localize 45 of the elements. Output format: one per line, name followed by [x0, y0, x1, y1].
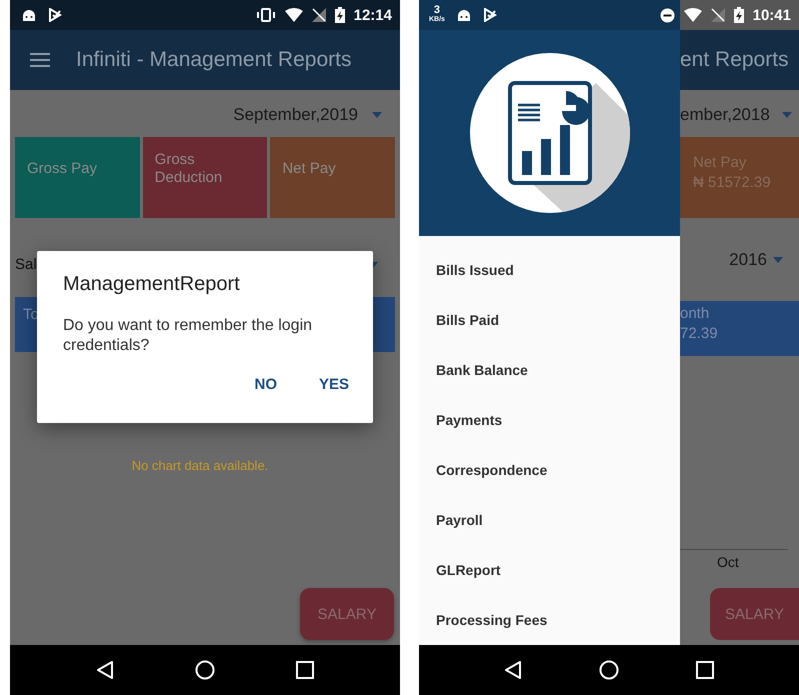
wifi-icon	[684, 8, 702, 22]
clock-time: 10:41	[752, 6, 791, 24]
drawer-item[interactable]: Bills Paid	[419, 295, 680, 345]
no-signal-icon	[312, 8, 326, 22]
drawer-item[interactable]: Payroll	[419, 495, 680, 545]
drawer-item[interactable]: GLReport	[419, 545, 680, 595]
drawer-item[interactable]: Bills Issued	[419, 245, 680, 295]
android-icon	[456, 9, 471, 21]
dialog-title: ManagementReport	[63, 273, 241, 296]
home-icon[interactable]	[598, 660, 619, 680]
axis-label: Oct	[680, 549, 788, 570]
home-icon[interactable]	[194, 660, 215, 680]
menu-icon[interactable]	[30, 53, 50, 67]
summary-card: Net Pay	[270, 137, 396, 218]
android-icon	[22, 9, 36, 21]
notification-icon	[48, 8, 62, 22]
app-title: ent Reports	[680, 48, 789, 72]
summary-card: Gross Deduction	[142, 137, 268, 218]
clock-time: 12:14	[354, 6, 392, 24]
back-icon[interactable]	[96, 660, 114, 680]
drawer-item[interactable]: Payments	[419, 395, 680, 445]
battery-charging-icon	[334, 7, 345, 23]
notification-icon	[482, 8, 497, 22]
dropdown-caret-icon	[782, 112, 792, 118]
report-logo-icon	[470, 53, 630, 213]
recent-apps-icon[interactable]	[296, 661, 314, 679]
battery-charging-icon	[734, 7, 744, 23]
drawer-item[interactable]: Correspondence	[419, 445, 680, 495]
recent-apps-icon[interactable]	[696, 661, 714, 679]
wifi-icon	[284, 8, 303, 22]
do-not-disturb-icon	[660, 8, 675, 22]
total-amount: 72.39	[680, 324, 719, 344]
drawer-item[interactable]: Processing Fees	[419, 595, 680, 645]
back-icon[interactable]	[504, 660, 522, 680]
no-signal-icon	[710, 8, 725, 22]
dialog-button[interactable]: NO	[240, 368, 291, 401]
dropdown-caret-icon	[372, 112, 382, 118]
total-label: onth	[680, 304, 710, 324]
app-title: Infiniti - Management Reports	[76, 48, 352, 72]
empty-chart-message: No chart data available.	[130, 458, 270, 473]
dropdown-caret-icon	[773, 257, 783, 263]
drawer-item[interactable]: Bank Balance	[419, 345, 680, 395]
vibrate-icon	[256, 8, 276, 22]
summary-card: Gross Pay	[15, 137, 140, 218]
dialog-button[interactable]: YES	[304, 368, 363, 401]
